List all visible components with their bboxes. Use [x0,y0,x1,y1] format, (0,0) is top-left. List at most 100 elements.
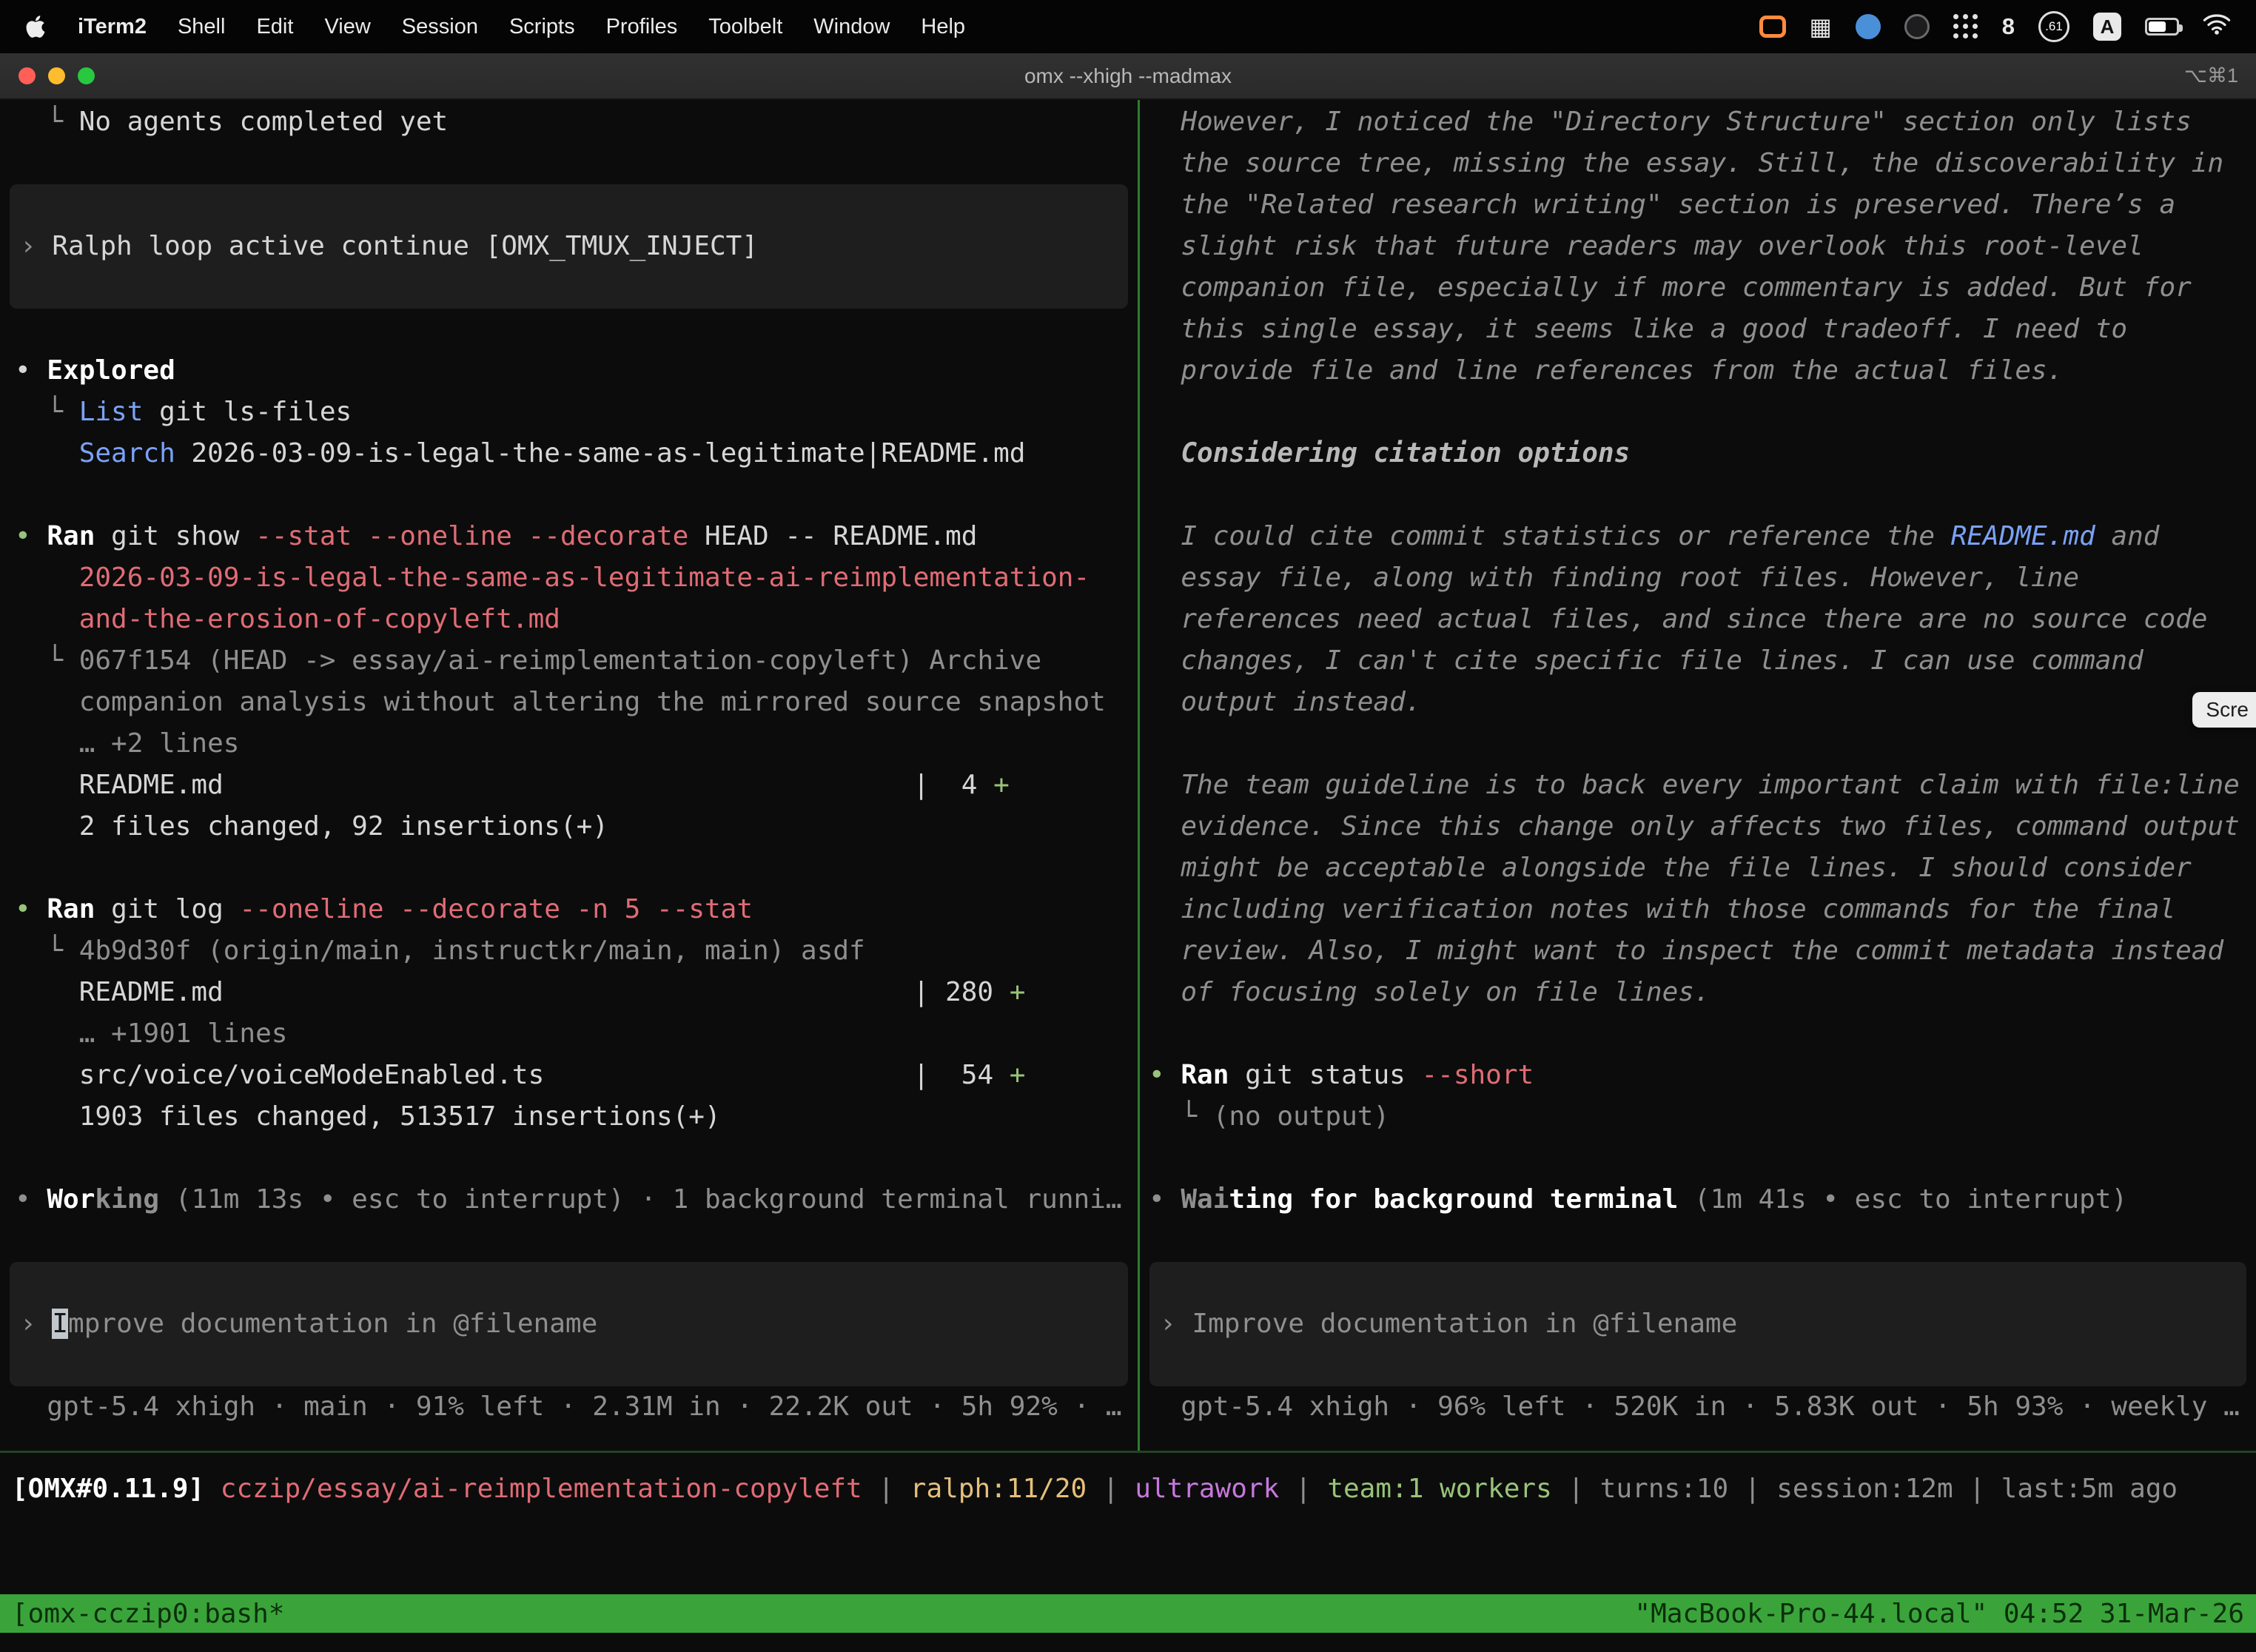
text-segment: I could cite commit statistics or refere… [1149,521,1951,551]
wifi-icon[interactable] [2203,13,2231,41]
text-segment: [OMX#0.11.9] [12,1474,204,1504]
blank-line [0,1138,1138,1179]
terminal-line: • Ran git show --stat --oneline --decora… [0,516,1138,557]
terminal-pane-left[interactable]: └ No agents completed yet › Ralph loop ac… [0,100,1138,1428]
text-segment: | [1279,1474,1327,1504]
text-segment: README.md [15,770,224,800]
dark-circle-app-icon[interactable] [1904,14,1930,39]
text-segment: git log [95,894,239,924]
text-segment: Ran [47,894,95,924]
text-segment: └ [15,107,79,137]
text-segment: └ [1149,1101,1213,1132]
screen-share-tooltip[interactable]: Scre [2192,692,2256,728]
text-segment: review. Also, I might want to inspect th… [1149,936,2223,966]
zoom-button[interactable] [78,67,95,84]
text-segment: cczip/essay/ai-reimplementation-copyleft [221,1474,862,1504]
text-segment: | [1552,1474,1600,1504]
terminal-line: output instead. [1140,682,2256,723]
text-segment: | [1728,1474,1776,1504]
text-segment: essay file, along with finding root file… [1149,563,2079,593]
terminal-line: └ List git ls-files [0,392,1138,433]
close-button[interactable] [19,67,36,84]
menu-app-name[interactable]: iTerm2 [62,15,162,39]
text-segment: Explored [47,355,175,386]
text-segment: No agents completed yet [79,107,449,137]
menu-item-session[interactable]: Session [386,15,494,39]
model-status-line: gpt-5.4 xhigh · main · 91% left · 2.31M … [0,1386,1138,1428]
text-segment: ting for background terminal [1229,1184,1678,1215]
input-source-icon[interactable]: A [2093,13,2121,41]
text-segment: --short [1421,1060,1534,1090]
menu-item-scripts[interactable]: Scripts [494,15,591,39]
text-segment: + [1010,977,1026,1007]
apple-logo-icon[interactable] [25,13,47,40]
menu-items: ShellEditViewSessionScriptsProfilesToolb… [162,15,981,39]
terminal-line: • Ran git status --short [1140,1055,2256,1096]
text-segment: --oneline --decorate -n 5 --stat [239,894,753,924]
prompt-input[interactable]: › Improve documentation in @filename [1149,1262,2246,1386]
thinking-heading: Considering citation options [1140,433,2256,474]
battery-icon[interactable] [2145,18,2179,36]
terminal-line: README.md | 4 + [0,765,1138,806]
text-segment: README.md [1951,521,2095,551]
menu-item-profiles[interactable]: Profiles [591,15,694,39]
text-segment: • [15,1184,47,1215]
terminal-line: └ No agents completed yet [0,101,1138,143]
terminal-line: companion file, especially if more comme… [1140,267,2256,309]
text-segment: • [1149,1060,1181,1090]
battery-percent-badge[interactable]: .61 [2038,11,2069,42]
menu-item-window[interactable]: Window [798,15,905,39]
text-segment: Search [79,438,175,469]
text-segment: └ [15,397,79,427]
inject-banner[interactable]: › Ralph loop active continue [OMX_TMUX_I… [10,184,1128,309]
blank-line [1140,1013,2256,1055]
menu-item-shell[interactable]: Shell [162,15,241,39]
text-segment: 1903 files changed, 513517 insertions(+) [15,1101,721,1132]
text-segment: evidence. Since this change only affects… [1149,811,2240,842]
blank-line [1140,723,2256,765]
text-segment: --stat --oneline --decorate [255,521,688,551]
text-segment: output instead. [1149,687,1421,717]
text-segment: session:12m [1776,1474,1953,1504]
terminal-line: 1903 files changed, 513517 insertions(+) [0,1096,1138,1138]
text-segment: • [1149,1184,1181,1215]
text-segment: └ [15,645,79,676]
terminal-pane-right[interactable]: However, I noticed the "Directory Struct… [1140,100,2256,1428]
terminal-line: • Waiting for background terminal (1m 41… [1140,1179,2256,1220]
dots-grid-icon[interactable] [1953,14,1978,39]
menu-item-edit[interactable]: Edit [241,15,309,39]
blue-app-icon[interactable] [1856,14,1881,39]
terminal-area[interactable]: └ No agents completed yet › Ralph loop ac… [0,100,2256,1652]
menu-item-view[interactable]: View [309,15,386,39]
text-segment: last:5m ago [2001,1474,2178,1504]
screen-recording-indicator-icon[interactable] [1759,16,1786,38]
text-segment: List [79,397,144,427]
text-segment: README.md [15,977,224,1007]
window-title-bar: omx --xhigh --madmax ⌥⌘1 [0,53,2256,100]
text-segment: slight risk that future readers may over… [1149,231,2143,261]
terminal-line: … +1901 lines [0,1013,1138,1055]
terminal-line: The team guideline is to back every impo… [1140,765,2256,806]
text-segment: | [1087,1474,1135,1504]
text-segment: └ [15,936,79,966]
prompt-text: › Improve documentation in @filename [10,1303,597,1345]
terminal-line: the "Related research writing" section i… [1140,184,2256,226]
text-segment: (11m 13s • esc to interrupt) · 1 backgro… [159,1184,1121,1215]
key-app-icon[interactable]: 8 [2002,13,2015,40]
text-segment: ultrawork [1135,1474,1279,1504]
menu-item-toolbelt[interactable]: Toolbelt [693,15,798,39]
grid-app-icon[interactable]: ▦ [1810,15,1832,38]
text-segment: Wai [1181,1184,1229,1215]
minimize-button[interactable] [48,67,65,84]
text-segment: | [1953,1474,2001,1504]
text-segment: › [20,1309,52,1339]
blank-line [1140,392,2256,433]
menu-item-help[interactable]: Help [905,15,981,39]
terminal-line: • Explored [0,350,1138,392]
text-segment: HEAD -- README.md [688,521,977,551]
terminal-line: this single essay, it seems like a good … [1140,309,2256,350]
terminal-line: evidence. Since this change only affects… [1140,806,2256,847]
window-controls [0,67,95,84]
prompt-input[interactable]: › Improve documentation in @filename [10,1262,1128,1386]
text-segment: 2 files changed, 92 insertions(+) [15,811,608,842]
